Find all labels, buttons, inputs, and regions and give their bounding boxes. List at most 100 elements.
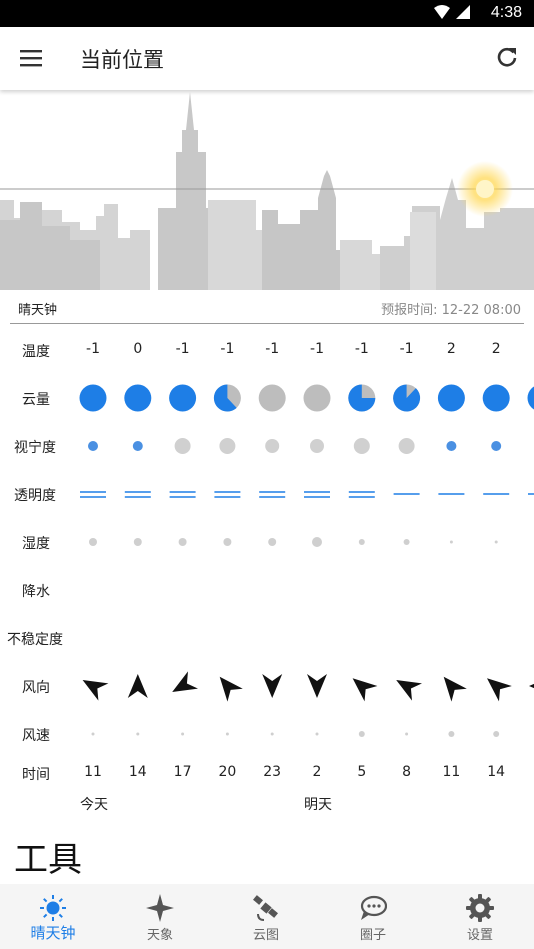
panel-title: 晴天钟 — [18, 303, 58, 318]
humidity-dot — [494, 540, 498, 544]
wind-speed-dot — [136, 732, 140, 736]
wind-speed-dot — [225, 732, 229, 736]
humidity-dot — [268, 538, 277, 546]
tools-heading: 工具 — [14, 840, 82, 880]
time-value: 17 — [173, 764, 192, 780]
cloud-cover-dot — [348, 384, 376, 412]
time-value: 2 — [312, 764, 322, 780]
sun-icon — [476, 180, 494, 198]
seeing-dot — [353, 438, 370, 454]
row-label-wind-dir: 风向 — [22, 680, 50, 696]
day-label-tomorrow: 明天 — [304, 797, 332, 813]
time-value: 11 — [442, 764, 461, 780]
tab-cloud-map[interactable]: 云图 — [213, 884, 319, 949]
page-title: 当前位置 — [80, 48, 164, 72]
humidity-dot — [89, 538, 97, 546]
row-label-cloud: 云量 — [22, 392, 50, 408]
clear-sky-clock-header: 晴天钟 预报时间: 12-22 08:00 — [18, 299, 521, 325]
time-value: 14 — [487, 764, 506, 780]
time-value: 8 — [402, 764, 412, 780]
cloud-cover-dot — [303, 384, 331, 412]
cloud-cover-dot — [124, 384, 152, 412]
row-label-temperature: 温度 — [22, 344, 50, 360]
wind-speed-dot — [405, 732, 409, 736]
cloud-cover-dot — [527, 386, 534, 410]
temperature-value: 2 — [491, 341, 501, 357]
humidity-dot — [449, 540, 453, 544]
forecast-time: 预报时间: 12-22 08:00 — [381, 303, 521, 318]
temperature-value: 2 — [446, 341, 456, 357]
row-label-transparency: 透明度 — [14, 488, 56, 504]
temperature-value: -1 — [354, 341, 369, 357]
time-value: 23 — [263, 764, 282, 780]
temperature-value: -1 — [265, 341, 280, 357]
seeing-dot — [491, 441, 502, 451]
time-value: 20 — [218, 764, 237, 780]
refresh-icon[interactable] — [496, 46, 518, 68]
row-label-seeing: 视宁度 — [14, 440, 56, 456]
humidity-dot — [358, 539, 365, 545]
wind-direction-arrow — [307, 674, 327, 698]
satellite-icon — [253, 895, 278, 921]
temperature-value: -1 — [310, 341, 324, 357]
cloud-cover-dot — [437, 384, 465, 412]
temperature-value: -1 — [399, 341, 414, 357]
time-value: 14 — [128, 764, 147, 780]
wind-direction-arrow — [262, 674, 283, 698]
cloud-cover-dot — [213, 384, 241, 412]
row-label-precip: 降水 — [22, 584, 50, 600]
city-skyline-illustration — [0, 90, 534, 290]
cloud-cover-dot — [258, 384, 286, 412]
sparkle-icon — [146, 894, 174, 922]
cloud-cover-slice — [393, 384, 421, 412]
wifi-icon — [434, 5, 470, 19]
tab-community[interactable]: 圈子 — [320, 884, 426, 949]
wind-direction-arrow — [127, 674, 148, 698]
temperature-value: -1 — [175, 341, 190, 357]
seeing-dot — [398, 438, 415, 454]
temperature-value: -1 — [220, 341, 235, 357]
row-label-humidity: 湿度 — [22, 536, 50, 552]
app-bar: 当前位置 — [0, 27, 534, 90]
row-label-time: 时间 — [22, 767, 50, 783]
time-value: 11 — [84, 764, 102, 780]
humidity-dot — [133, 538, 142, 546]
wind-speed-dot — [315, 732, 319, 736]
row-label-wind-speed: 风速 — [22, 728, 50, 744]
menu-icon[interactable] — [20, 48, 42, 68]
wind-speed-dot — [493, 731, 500, 737]
humidity-dot — [178, 538, 187, 546]
tab-label: 天象 — [146, 928, 173, 943]
humidity-dot — [403, 539, 410, 545]
wind-direction-arrow — [82, 680, 109, 701]
cloud-cover-dot — [393, 384, 421, 412]
seeing-dot — [446, 441, 457, 451]
cloud-cover-slice — [213, 384, 237, 412]
wind-direction-arrow — [352, 678, 378, 702]
wind-direction-arrow — [529, 676, 534, 696]
divider — [10, 323, 524, 324]
wind-direction-arrow — [219, 676, 243, 702]
time-value: 5 — [357, 764, 367, 780]
chat-bubble-icon — [360, 895, 387, 920]
wind-direction-arrow — [487, 678, 512, 702]
seeing-dot — [265, 439, 280, 453]
cloud-cover-dot — [169, 384, 197, 412]
seeing-dot — [132, 441, 143, 451]
day-label-today: 今天 — [80, 797, 108, 813]
wind-direction-arrow — [443, 676, 467, 702]
gear-icon — [466, 894, 494, 922]
clock: 4:38 — [490, 4, 522, 21]
cloud-cover-dot — [79, 384, 107, 412]
wind-speed-dot — [181, 732, 185, 736]
wind-speed-dot — [358, 731, 365, 737]
seeing-dot — [88, 441, 98, 451]
tab-astronomy[interactable]: 天象 — [107, 884, 213, 949]
humidity-dot — [312, 537, 322, 547]
row-label-instability: 不稳定度 — [7, 632, 63, 648]
cloud-cover-slice — [348, 384, 376, 412]
tab-label: 晴天钟 — [30, 924, 76, 942]
tab-clear-sky-clock[interactable]: 晴天钟 — [0, 884, 106, 949]
tab-settings[interactable]: 设置 — [427, 884, 533, 949]
temperature-value: -1 — [86, 341, 100, 357]
